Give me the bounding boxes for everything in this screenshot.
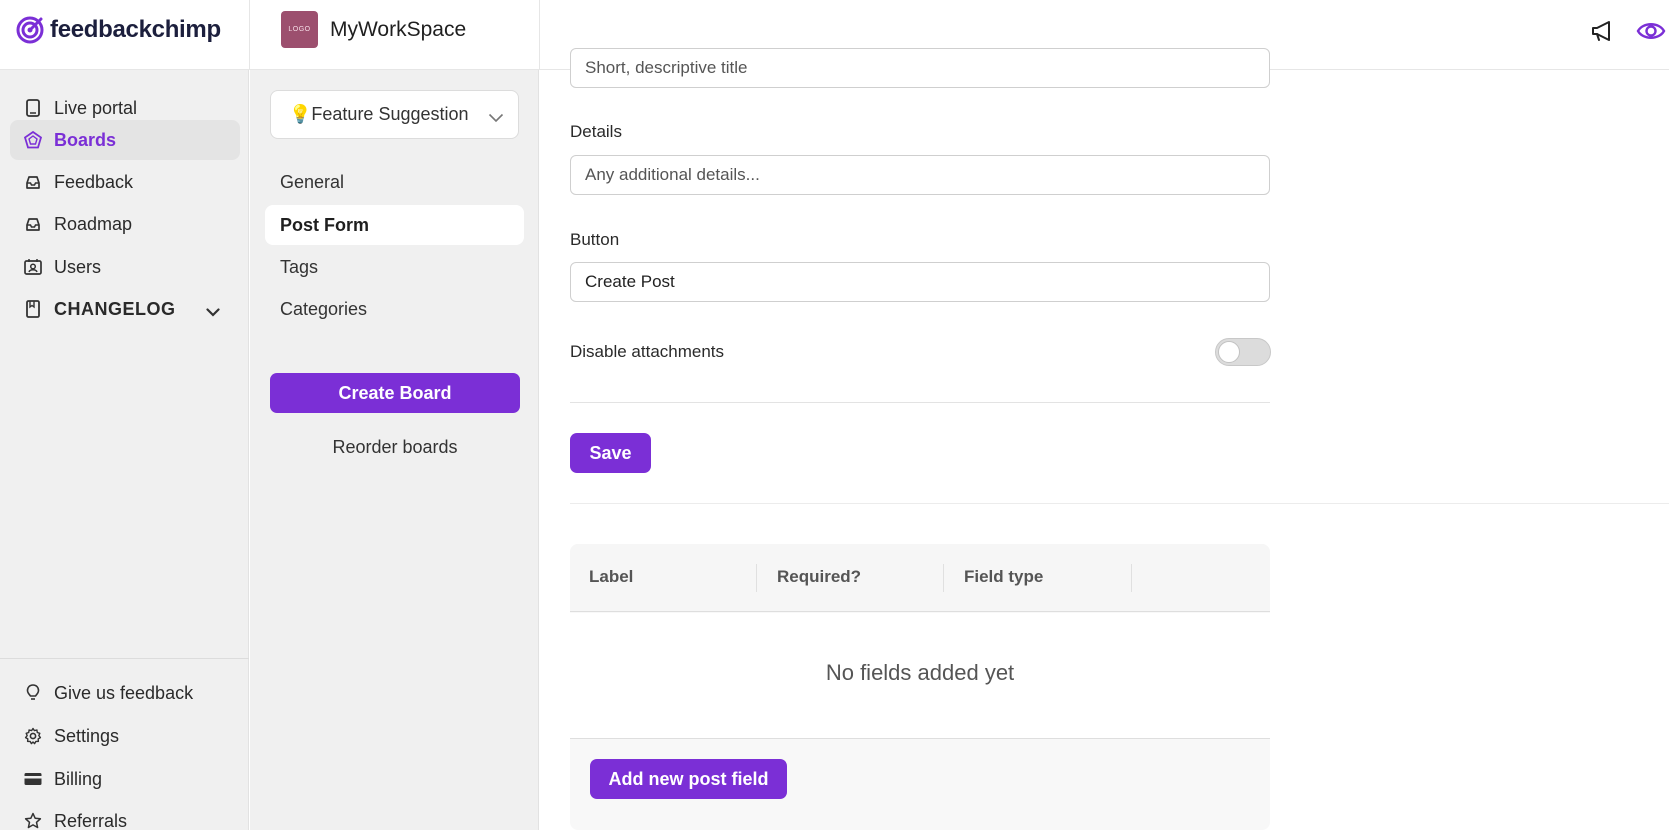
sidebar-item-label: Referrals: [54, 810, 128, 830]
column-header-required: Required?: [777, 567, 862, 586]
inbox-icon: [24, 173, 42, 191]
sidebar-item-label: Settings: [54, 725, 120, 746]
megaphone-icon[interactable]: [1588, 16, 1618, 46]
board-selector-value: 💡Feature Suggestion: [289, 104, 469, 124]
workspace-logo[interactable]: LOGO: [281, 11, 318, 48]
column-header-label: Label: [589, 567, 634, 586]
main-sidebar: Live portal Boards Feedback Roadmap User…: [0, 70, 249, 830]
inbox-icon: [24, 215, 42, 233]
users-icon: [24, 258, 42, 276]
column-divider: [1131, 564, 1132, 592]
chevron-down-icon[interactable]: [206, 301, 220, 322]
sidebar-item-users[interactable]: Users: [10, 247, 240, 287]
card-icon: [24, 770, 42, 788]
details-label: Details: [570, 122, 622, 141]
workspace-name[interactable]: MyWorkSpace: [330, 18, 466, 42]
page-icon: [24, 99, 42, 117]
save-button[interactable]: Save: [570, 433, 651, 473]
column-divider: [943, 564, 944, 592]
gear-icon: [24, 727, 42, 745]
board-selector[interactable]: 💡Feature Suggestion: [270, 90, 519, 139]
sidebar-divider: [0, 658, 249, 659]
chevron-down-icon: [488, 107, 504, 128]
table-header: Label Required? Field type: [570, 544, 1270, 612]
post-form-editor: Details Button Disable attachments Save …: [540, 48, 1669, 830]
sidebar-item-roadmap[interactable]: Roadmap: [10, 204, 240, 244]
tab-categories[interactable]: Categories: [265, 289, 524, 329]
column-divider: [756, 564, 757, 592]
divider: [570, 402, 1270, 403]
details-placeholder-input[interactable]: [570, 155, 1270, 195]
target-logo-icon: [16, 16, 44, 44]
lightbulb-icon: [24, 684, 42, 702]
eye-icon[interactable]: [1636, 16, 1666, 46]
sidebar-item-label: CHANGELOG: [54, 298, 176, 319]
title-placeholder-input[interactable]: [570, 48, 1270, 88]
button-text-input[interactable]: [570, 262, 1270, 302]
sidebar-item-label: Live portal: [54, 97, 138, 118]
sidebar-item-label: Feedback: [54, 171, 134, 192]
topbar-divider: [539, 0, 540, 70]
column-header-field-type: Field type: [964, 567, 1044, 586]
sidebar-item-label: Roadmap: [54, 213, 133, 234]
topbar-divider: [249, 0, 250, 70]
boards-panel: 💡Feature Suggestion General Post Form Ta…: [250, 70, 539, 830]
divider: [570, 503, 1669, 504]
sidebar-item-feedback[interactable]: Feedback: [10, 162, 240, 202]
brand-name: feedbackchimp: [50, 16, 221, 43]
sidebar-item-settings[interactable]: Settings: [10, 716, 240, 756]
tab-tags[interactable]: Tags: [265, 247, 524, 287]
sidebar-item-billing[interactable]: Billing: [10, 759, 240, 799]
sidebar-item-label: Give us feedback: [54, 682, 194, 703]
sidebar-item-referrals[interactable]: Referrals: [10, 801, 240, 830]
button-label: Button: [570, 230, 620, 249]
table-empty-state: No fields added yet: [570, 613, 1270, 739]
disable-attachments-label: Disable attachments: [570, 342, 725, 361]
sidebar-item-give-feedback[interactable]: Give us feedback: [10, 673, 240, 713]
sidebar-item-boards[interactable]: Boards: [10, 120, 240, 160]
disable-attachments-toggle[interactable]: [1215, 338, 1271, 366]
boards-icon: [24, 131, 42, 149]
reorder-boards-link[interactable]: Reorder boards: [270, 432, 520, 462]
sidebar-item-label: Users: [54, 256, 102, 277]
empty-state-text: No fields added yet: [825, 660, 1015, 685]
star-icon: [24, 812, 42, 830]
brand-logo[interactable]: feedbackchimp: [16, 13, 221, 47]
create-board-button[interactable]: Create Board: [270, 373, 520, 413]
sidebar-item-changelog[interactable]: CHANGELOG: [10, 289, 240, 329]
add-post-field-button[interactable]: Add new post field: [590, 759, 787, 799]
post-fields-table: Label Required? Field type No fields add…: [570, 544, 1270, 830]
sidebar-item-label: Boards: [54, 129, 117, 150]
toggle-knob: [1218, 341, 1240, 363]
tab-general[interactable]: General: [265, 162, 524, 202]
sidebar-item-label: Billing: [54, 768, 103, 789]
tab-post-form[interactable]: Post Form: [265, 205, 524, 245]
changelog-icon: [24, 300, 42, 318]
